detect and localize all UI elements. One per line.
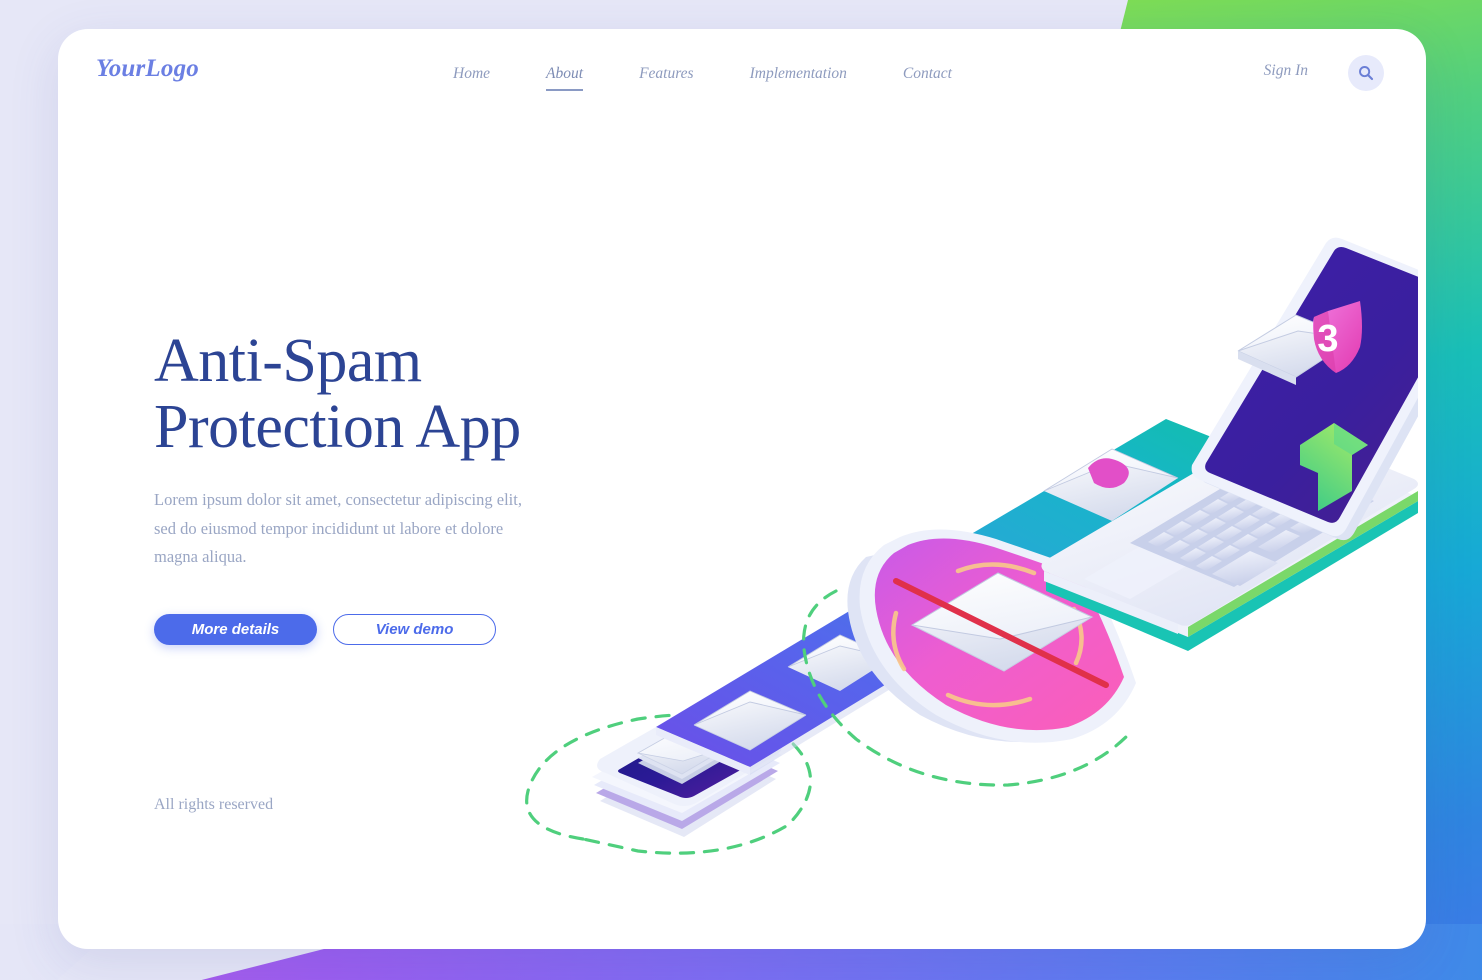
- hero-illustration: 3: [488, 139, 1418, 939]
- nav-item-home[interactable]: Home: [453, 61, 490, 91]
- site-header: YourLogo Home About Features Implementat…: [58, 29, 1426, 121]
- more-details-button[interactable]: More details: [154, 613, 317, 645]
- nav-item-implementation[interactable]: Implementation: [750, 61, 847, 91]
- search-button[interactable]: [1348, 55, 1384, 91]
- page-title-line-1: Anti-Spam: [154, 327, 422, 395]
- nav-item-features[interactable]: Features: [639, 61, 694, 91]
- page-title-line-2: Protection App: [154, 392, 521, 461]
- nav-item-about[interactable]: About: [546, 61, 584, 91]
- search-icon: [1359, 66, 1374, 81]
- nav-item-contact[interactable]: Contact: [903, 61, 952, 91]
- rights-text: All rights reserved: [154, 796, 274, 813]
- view-demo-button[interactable]: View demo: [333, 613, 496, 645]
- shield-badge-count: 3: [1317, 318, 1338, 360]
- laptop: 3: [1041, 237, 1418, 651]
- sign-in-link[interactable]: Sign In: [1264, 62, 1308, 80]
- landing-page-card: YourLogo Home About Features Implementat…: [58, 29, 1426, 949]
- logo[interactable]: YourLogo: [96, 55, 199, 83]
- main-navigation: Home About Features Implementation Conta…: [453, 61, 952, 91]
